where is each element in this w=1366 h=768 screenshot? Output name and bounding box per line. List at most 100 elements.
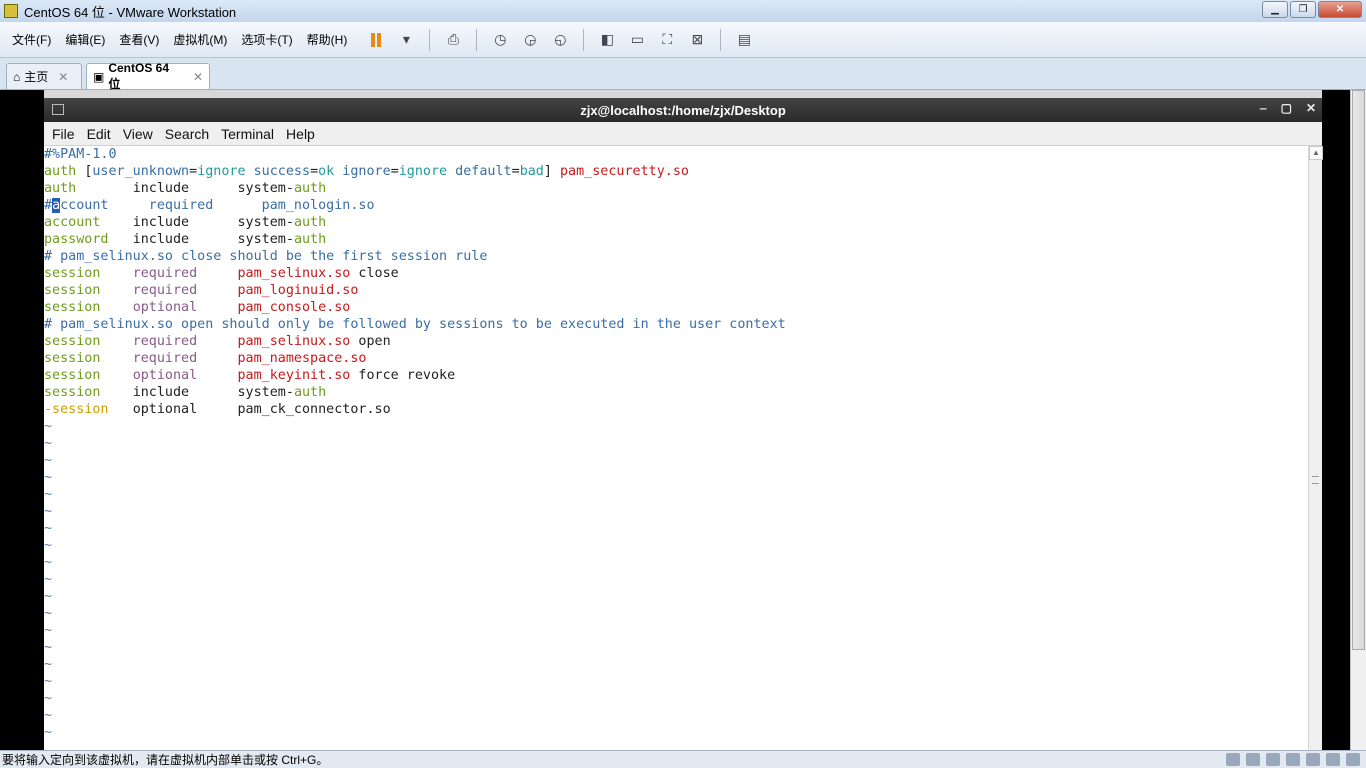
- message-icon[interactable]: [1346, 753, 1360, 766]
- cdrom-icon[interactable]: [1246, 753, 1260, 766]
- code-token: pam_selinux.so: [237, 334, 351, 349]
- editor-line: account include system-auth: [44, 214, 1308, 231]
- code-token: auth: [44, 164, 85, 179]
- menu-help[interactable]: 帮助(H): [301, 31, 354, 48]
- guest-desktop-strip: [44, 90, 1322, 98]
- empty-line-marker: ~: [44, 589, 53, 604]
- snapshot-revert-icon[interactable]: ◶: [519, 29, 541, 51]
- scroll-grip[interactable]: [1312, 476, 1319, 484]
- sound-icon[interactable]: [1306, 753, 1320, 766]
- code-token: required: [132, 283, 238, 298]
- terminal-menu-file[interactable]: File: [46, 126, 81, 142]
- terminal-minimize-button[interactable]: ‒: [1260, 101, 1267, 115]
- snapshot-take-icon[interactable]: ◷: [489, 29, 511, 51]
- tab-centos[interactable]: ▣ CentOS 64 位 ✕: [86, 61, 210, 91]
- empty-line-marker: ~: [44, 572, 53, 587]
- editor-line: session required pam_selinux.so open: [44, 333, 1308, 350]
- terminal-window[interactable]: zjx@localhost:/home/zjx/Desktop ‒ ▢ ✕ Fi…: [44, 98, 1323, 750]
- code-token: =: [189, 164, 198, 179]
- maximize-button[interactable]: ❐: [1290, 1, 1316, 18]
- editor-line: session optional pam_keyinit.so force re…: [44, 367, 1308, 384]
- code-token: system-: [237, 232, 294, 247]
- send-ctrl-alt-del-icon[interactable]: ⎙: [442, 29, 464, 51]
- code-token: auth: [293, 215, 327, 230]
- empty-line-marker: ~: [44, 504, 53, 519]
- code-token: auth: [293, 181, 327, 196]
- host-scrollbar[interactable]: [1350, 90, 1366, 750]
- snapshot-manager-icon[interactable]: ◵: [549, 29, 571, 51]
- console-view-icon[interactable]: ▭: [626, 29, 648, 51]
- code-token: required: [132, 334, 238, 349]
- code-token: pam_securetty.so: [560, 164, 689, 179]
- pause-icon[interactable]: [365, 29, 387, 51]
- menu-view[interactable]: 查看(V): [113, 31, 165, 48]
- dropdown-arrow-icon[interactable]: ▾: [395, 29, 417, 51]
- code-token: auth: [293, 385, 327, 400]
- code-token: pam_ck_connector.so: [237, 402, 391, 417]
- editor-line: # pam_selinux.so close should be the fir…: [44, 248, 1308, 265]
- code-token: system-: [237, 181, 294, 196]
- network-icon[interactable]: [1266, 753, 1280, 766]
- window-title: CentOS 64 位 - VMware Workstation: [24, 4, 237, 20]
- vm-display[interactable]: zjx@localhost:/home/zjx/Desktop ‒ ▢ ✕ Fi…: [0, 90, 1366, 750]
- code-token: pam_loginuid.so: [237, 283, 359, 298]
- menu-vm[interactable]: 虚拟机(M): [167, 31, 233, 48]
- empty-line-marker: ~: [44, 657, 53, 672]
- toolbar-separator: [583, 28, 585, 51]
- unity-icon[interactable]: ⊠: [686, 29, 708, 51]
- editor-line: #account required pam_nologin.so: [44, 197, 1308, 214]
- usb-icon[interactable]: [1286, 753, 1300, 766]
- hdd-icon[interactable]: [1226, 753, 1240, 766]
- terminal-menu-terminal[interactable]: Terminal: [215, 126, 280, 142]
- editor-line: session optional pam_console.so: [44, 299, 1308, 316]
- code-token: optional: [132, 402, 238, 417]
- printer-icon[interactable]: [1326, 753, 1340, 766]
- terminal-maximize-button[interactable]: ▢: [1281, 101, 1292, 115]
- code-token: ccount required pam_nologin.so: [60, 198, 375, 213]
- host-menubar: 文件(F) 编辑(E) 查看(V) 虚拟机(M) 选项卡(T) 帮助(H) ▾ …: [0, 22, 1366, 58]
- empty-line-marker: ~: [44, 674, 53, 689]
- code-token: bad: [519, 164, 544, 179]
- code-token: user_unknown: [92, 164, 190, 179]
- code-token: ignore: [398, 164, 448, 179]
- terminal-titlebar: zjx@localhost:/home/zjx/Desktop ‒ ▢ ✕: [44, 98, 1322, 122]
- terminal-menu-help[interactable]: Help: [280, 126, 321, 142]
- close-button[interactable]: ✕: [1318, 1, 1362, 18]
- menu-tabs[interactable]: 选项卡(T): [235, 31, 298, 48]
- status-bar: 要将输入定向到该虚拟机，请在虚拟机内部单击或按 Ctrl+G。: [0, 750, 1366, 768]
- empty-line-marker: ~: [44, 623, 53, 638]
- code-token: auth: [293, 232, 327, 247]
- tab-home[interactable]: ⌂ 主页 ✕: [6, 63, 82, 89]
- fullscreen-icon[interactable]: ⛶: [656, 29, 678, 51]
- code-token: pam_keyinit.so: [237, 368, 351, 383]
- editor-line: # pam_selinux.so open should only be fol…: [44, 316, 1308, 333]
- code-token: required: [132, 351, 238, 366]
- toolbar: ▾ ⎙ ◷ ◶ ◵ ◧ ▭ ⛶ ⊠ ▤: [361, 28, 759, 51]
- editor-line: session required pam_namespace.so: [44, 350, 1308, 367]
- terminal-scrollbar[interactable]: ▲: [1308, 146, 1323, 750]
- code-token: account: [44, 215, 133, 230]
- toolbar-separator: [720, 28, 722, 51]
- menu-edit[interactable]: 编辑(E): [59, 31, 111, 48]
- host-scroll-thumb[interactable]: [1352, 90, 1365, 650]
- code-token: pam_selinux.so: [237, 266, 351, 281]
- editor-line: #%PAM-1.0: [44, 146, 1308, 163]
- sidebar-toggle-icon[interactable]: ◧: [596, 29, 618, 51]
- terminal-menu-view[interactable]: View: [117, 126, 159, 142]
- editor-line: auth include system-auth: [44, 180, 1308, 197]
- minimize-button[interactable]: ▁: [1262, 1, 1288, 18]
- code-token: system-: [237, 385, 294, 400]
- tabs-view-icon[interactable]: ▤: [733, 29, 755, 51]
- tab-close-icon[interactable]: ✕: [193, 70, 203, 84]
- terminal-menu-search[interactable]: Search: [159, 126, 215, 142]
- code-token: include: [132, 385, 238, 400]
- code-token: include: [132, 181, 238, 196]
- vim-editor[interactable]: #%PAM-1.0 auth [user_unknown=ignore succe…: [44, 146, 1308, 750]
- empty-line-marker: ~: [44, 538, 53, 553]
- terminal-close-button[interactable]: ✕: [1306, 101, 1316, 115]
- scroll-up-icon[interactable]: ▲: [1309, 146, 1323, 160]
- vmware-app-icon: [4, 4, 18, 18]
- menu-file[interactable]: 文件(F): [6, 31, 57, 48]
- terminal-menu-edit[interactable]: Edit: [81, 126, 117, 142]
- tab-close-icon[interactable]: ✕: [58, 70, 68, 84]
